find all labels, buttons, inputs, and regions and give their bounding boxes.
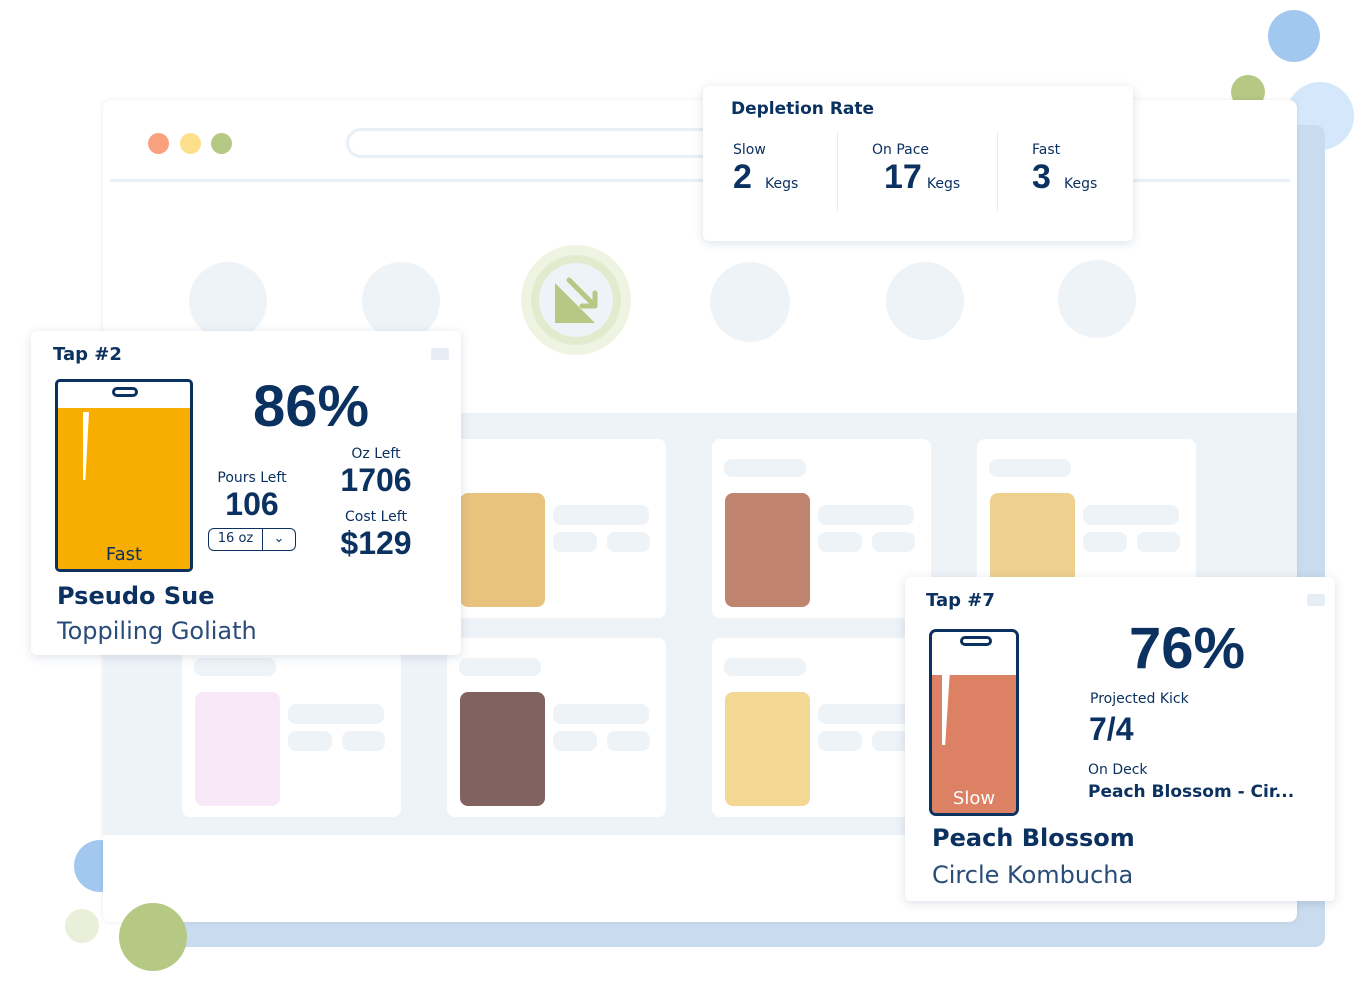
on-deck-beer[interactable]: Peach Blossom - Cir... [1088, 782, 1294, 802]
keg-graphic: Slow [929, 629, 1019, 816]
percent: 76% [1129, 616, 1246, 681]
decor-circle [1268, 10, 1320, 62]
tap-card-placeholder[interactable] [447, 638, 666, 817]
tap-circle[interactable] [710, 262, 790, 342]
depletion-on-pace[interactable]: On Pace 17 Kegs [872, 142, 960, 197]
speed-label: Slow [952, 788, 996, 809]
depletion-arrow-icon [555, 277, 598, 323]
brewery-name: Circle Kombucha [932, 861, 1134, 889]
decor-circle [119, 903, 187, 971]
speed-label: Fast [105, 544, 143, 565]
tap-card-placeholder[interactable] [182, 638, 401, 817]
tap-circle[interactable] [1058, 260, 1136, 338]
tap-circle[interactable] [189, 262, 267, 340]
chevron-down-icon: ⌄ [273, 531, 285, 546]
maximize-dot[interactable] [211, 133, 232, 154]
beer-name: Peach Blossom [932, 824, 1135, 852]
pour-size-select[interactable]: 16 oz ⌄ [208, 528, 296, 551]
tap-title: Tap #7 [926, 590, 995, 611]
address-bar[interactable] [346, 128, 726, 158]
depletion-rate-card: Depletion Rate Slow 2 Kegs On Pace 17 Ke… [703, 86, 1133, 241]
tap-card-placeholder[interactable] [447, 439, 666, 618]
close-dot[interactable] [148, 133, 169, 154]
tap-circle[interactable] [362, 262, 440, 340]
tap-card-placeholder[interactable] [712, 638, 931, 817]
beer-name: Pseudo Sue [57, 582, 215, 610]
depletion-icon-button[interactable] [521, 245, 631, 355]
tap-card-2[interactable]: Tap #2 Fast 86% Pours Left 106 16 oz ⌄ O… [31, 331, 461, 655]
keg-graphic: Fast [55, 379, 193, 572]
decor-circle [65, 909, 99, 943]
tap-card-placeholder[interactable] [712, 439, 931, 618]
depletion-fast[interactable]: Fast 3 Kegs [1032, 142, 1097, 197]
lock-icon[interactable] [1307, 594, 1325, 606]
depletion-title: Depletion Rate [731, 99, 875, 119]
brewery-name: Toppiling Goliath [57, 617, 257, 645]
minimize-dot[interactable] [180, 133, 201, 154]
tap-circle[interactable] [886, 262, 964, 340]
tap-card-7[interactable]: Tap #7 Slow 76% Projected Kick 7/4 On De… [905, 577, 1335, 901]
depletion-slow[interactable]: Slow 2 Kegs [733, 142, 798, 197]
percent: 86% [253, 374, 370, 439]
tap-title: Tap #2 [53, 344, 122, 365]
lock-icon[interactable] [431, 348, 449, 360]
